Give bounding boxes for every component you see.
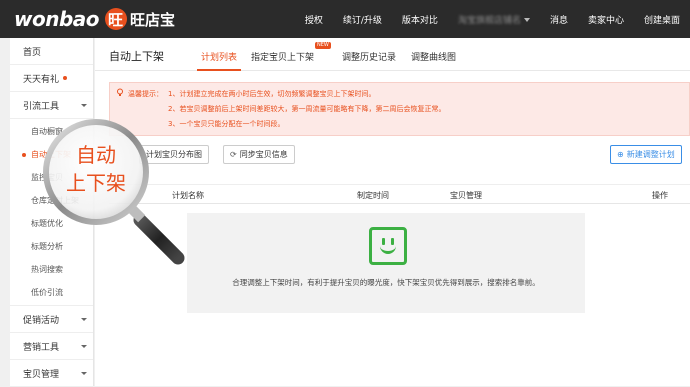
col-actions: 操作 <box>652 191 668 200</box>
plus-circle-icon: ⊕ <box>617 150 624 159</box>
col-created-time: 制定时间 <box>357 191 389 200</box>
nav-create-desktop[interactable]: 创建桌面 <box>634 13 690 26</box>
top-navbar: wonbao 旺 旺店宝 授权 续订/升级 版本对比 淘宝旗舰店铺名 消息 卖家… <box>0 0 690 38</box>
sync-items-button[interactable]: ⟳ 同步宝贝信息 <box>223 145 295 164</box>
sidebar-item-goods[interactable]: 宝贝管理 <box>10 360 93 387</box>
notice-line-1: 1、计划建立完成在两小时后生效，切勿频繁调整宝贝上下架时间。 <box>168 90 376 98</box>
notice-label: 温馨提示： <box>128 90 163 98</box>
nav-authorize[interactable]: 授权 <box>295 13 333 26</box>
chevron-down-icon <box>81 345 87 348</box>
user-name: 淘宝旗舰店铺名 <box>457 15 521 26</box>
chevron-down-icon <box>81 104 87 107</box>
sidebar-item-label: 天天有礼 <box>23 74 60 85</box>
top-nav-links: 授权 续订/升级 版本对比 淘宝旗舰店铺名 消息 卖家中心 创建桌面 <box>295 0 690 38</box>
sidebar-item-home[interactable]: 首页 <box>10 38 93 65</box>
empty-state-message: 合理调整上下架时间，有利于提升宝贝的曝光度，快下架宝贝优先得到展示，搜索排名靠前… <box>232 278 540 287</box>
page-title: 自动上下架 <box>109 50 164 63</box>
col-item-management: 宝贝管理 <box>450 191 482 200</box>
magnifier-callout: 自动 上下架 <box>43 119 185 265</box>
tab-plan-list[interactable]: 计划列表 <box>196 50 242 71</box>
notice-line-2: 2、若宝贝调整前后上架时间差距较大，第一周流量可能略有下降，第二周后会恢复正常。 <box>168 105 446 113</box>
nav-renew-upgrade[interactable]: 续订/升级 <box>333 13 392 26</box>
sidebar-subitem-low-price[interactable]: 低价引流 <box>10 281 93 304</box>
button-label: 新建调整计划 <box>626 150 675 159</box>
lightbulb-icon <box>117 88 123 96</box>
smile-icon <box>369 227 407 265</box>
app-logo[interactable]: wonbao 旺 旺店宝 <box>14 7 175 31</box>
sidebar-item-label: 宝贝管理 <box>23 369 60 380</box>
callout-line-2: 上下架 <box>66 171 126 195</box>
smile-mouth <box>380 244 396 254</box>
sidebar-item-label: 首页 <box>23 47 42 58</box>
sidebar-item-marketing[interactable]: 营销工具 <box>10 333 93 360</box>
sidebar-item-label: 营销工具 <box>23 342 60 353</box>
chevron-down-icon <box>81 372 87 375</box>
user-menu[interactable]: 淘宝旗舰店铺名 <box>448 13 540 26</box>
empty-state: 合理调整上下架时间，有利于提升宝贝的曝光度，快下架宝贝优先得到展示，搜索排名靠前… <box>187 213 585 313</box>
sidebar-item-label: 促销活动 <box>23 315 60 326</box>
chevron-down-icon <box>523 18 530 22</box>
logo-text-en: wonbao <box>14 7 100 31</box>
table-header: 计划名称 制定时间 宝贝管理 操作 <box>109 184 690 204</box>
sidebar-item-daily-gift[interactable]: 天天有礼 <box>10 65 93 92</box>
chevron-down-icon <box>81 318 87 321</box>
logo-badge-icon: 旺 <box>105 8 128 30</box>
tab-bar: 自动上下架 计划列表 指定宝贝上下架 NEW 调整历史记录 调整曲线图 <box>95 38 690 71</box>
logo-badge-glyph: 旺 <box>108 11 124 29</box>
new-badge: NEW <box>315 42 331 49</box>
notification-dot <box>63 76 68 80</box>
tab-specified-items[interactable]: 指定宝贝上下架 <box>251 50 314 63</box>
refresh-icon: ⟳ <box>230 150 237 159</box>
button-label: 同步宝贝信息 <box>239 150 288 159</box>
tab-curve-chart[interactable]: 调整曲线图 <box>411 50 456 63</box>
logo-text-cn: 旺店宝 <box>130 10 176 29</box>
notice-box: 温馨提示： 1、计划建立完成在两小时后生效，切勿频繁调整宝贝上下架时间。 2、若… <box>109 82 690 136</box>
magnifier-handle <box>133 213 185 265</box>
callout-line-1: 自动 <box>76 143 116 167</box>
nav-version-compare[interactable]: 版本对比 <box>392 13 448 26</box>
nav-seller-center[interactable]: 卖家中心 <box>578 13 634 26</box>
tab-history[interactable]: 调整历史记录 <box>342 50 396 63</box>
sidebar-item-promotions[interactable]: 促销活动 <box>10 306 93 333</box>
nav-messages[interactable]: 消息 <box>540 13 578 26</box>
new-plan-button[interactable]: ⊕ 新建调整计划 <box>610 145 682 164</box>
